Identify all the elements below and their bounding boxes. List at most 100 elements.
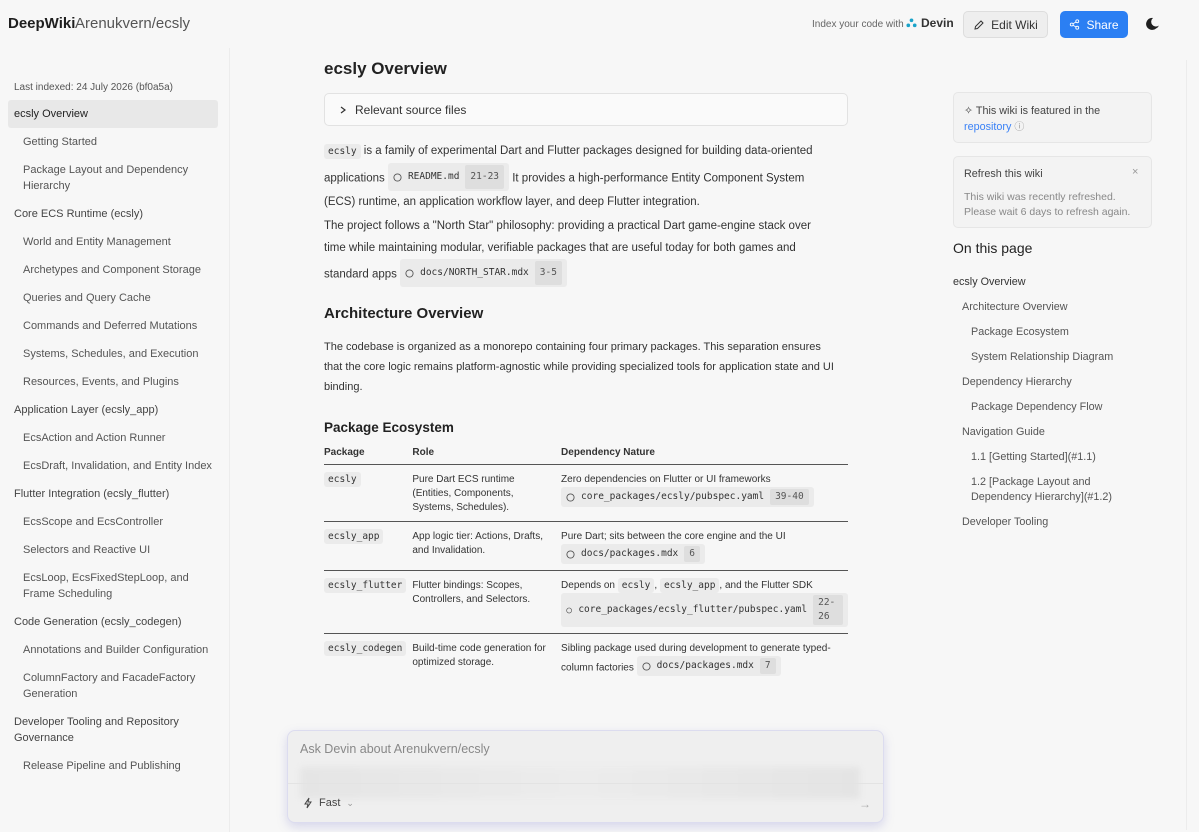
scrollbar[interactable] [1186,60,1192,830]
package-name: ecsly_codegen [324,641,407,656]
sidebar-item[interactable]: Developer Tooling and Repository Governa… [8,708,218,752]
sidebar-item[interactable]: Package Layout and Dependency Hierarchy [8,156,218,200]
sidebar-item[interactable]: Application Layer (ecsly_app) [8,396,218,424]
sidebar-item[interactable]: Getting Started [8,128,218,156]
devin-icon [906,17,917,27]
north-star-paragraph: The project follows a "North Star" philo… [324,215,834,287]
github-icon [642,661,651,671]
sidebar-nav: ecsly Overview Getting Started Package Lay… [8,100,218,780]
source-file: core_packages/ecsly_flutter/pubspec.yaml [578,604,808,615]
sidebar-item[interactable]: ecsly Overview [8,100,218,128]
source-chip[interactable]: README.md 21-23 [387,163,510,191]
github-icon [405,268,414,278]
package-role: App logic tier: Actions, Drafts, and Inv… [412,521,562,571]
toc-item[interactable]: System Relationship Diagram [953,345,1153,370]
relevant-source-files-toggle[interactable]: Relevant source files [324,93,848,126]
package-role: Build-time code generation for optimized… [412,643,546,668]
index-your-code-text: Index your code with [812,19,904,30]
ask-toolbar: Fast ⌄ → [288,783,883,823]
architecture-heading: Architecture Overview [324,305,484,322]
source-lines: 3-5 [534,261,562,285]
sidebar-item[interactable]: World and Entity Management [8,228,218,256]
repo-name[interactable]: Arenukvern/ecsly [75,15,190,32]
sidebar-item[interactable]: Selectors and Reactive UI [8,536,218,564]
moon-icon[interactable] [1145,16,1161,32]
refresh-title: Refresh this wiki [964,168,1043,180]
github-icon [393,172,402,182]
toc-item[interactable]: Architecture Overview [953,295,1153,320]
sidebar-item[interactable]: Systems, Schedules, and Execution [8,340,218,368]
mode-selector[interactable]: Fast ⌄ [303,797,354,809]
brand-logo[interactable]: DeepWiki [8,15,75,32]
mode-label: Fast [319,797,341,809]
edit-wiki-button[interactable]: Edit Wiki [963,11,1048,38]
table-row: ecsly_flutter Flutter bindings: Scopes, … [324,570,848,634]
source-chip[interactable]: core_packages/ecsly_flutter/pubspec.yaml… [561,593,848,627]
repository-link[interactable]: repository [964,121,1011,133]
sidebar-item[interactable]: Commands and Deferred Mutations [8,312,218,340]
toc-item[interactable]: 1.2 [Package Layout and Dependency Hiera… [953,470,1153,510]
source-lines: 7 [759,658,776,674]
dependency-text: Depends on [561,580,618,591]
dependency-text: Zero dependencies on Flutter or UI frame… [561,474,771,485]
github-icon [566,549,575,559]
sparkle-icon: ✧ [964,105,974,117]
dependency-text: , and the Flutter SDK [719,580,813,591]
table-of-contents: ecsly Overview Architecture Overview Packa… [953,270,1153,535]
sidebar-item[interactable]: Flutter Integration (ecsly_flutter) [8,480,218,508]
package-name: ecsly_app [324,529,384,544]
toc-item[interactable]: Dependency Hierarchy [953,370,1153,395]
sidebar-item[interactable]: EcsLoop, EcsFixedStepLoop, and Frame Sch… [8,564,218,608]
table-row: ecsly Pure Dart ECS runtime (Entities, C… [324,464,848,522]
info-icon[interactable]: ⓘ [1014,122,1024,133]
deepwiki-page: DeepWiki Arenukvern/ecsly Index your cod… [0,0,1199,832]
refresh-text: This wiki was recently refreshed. Please… [964,191,1131,218]
sidebar-item[interactable]: EcsAction and Action Runner [8,424,218,452]
sidebar-item[interactable]: Release Pipeline and Publishing [8,752,218,780]
sidebar-item[interactable]: Queries and Query Cache [8,284,218,312]
toc-item[interactable]: Developer Tooling [953,510,1153,535]
package-name: ecsly_flutter [324,578,407,593]
source-chip[interactable]: core_packages/ecsly/pubspec.yaml 39-40 [561,487,814,507]
package-dependency: Sibling package used during development … [561,634,848,683]
share-button[interactable]: Share [1060,11,1128,38]
github-icon [566,492,575,502]
sidebar-item[interactable]: Resources, Events, and Plugins [8,368,218,396]
toc-item[interactable]: ecsly Overview [953,270,1153,295]
source-file: docs/NORTH_STAR.mdx [420,267,529,278]
table-header-row: Package Role Dependency Nature [324,445,848,465]
lightning-icon [304,797,312,809]
toc-item[interactable]: Package Ecosystem [953,320,1153,345]
source-lines: 39-40 [770,489,809,505]
devin-label: Devin [921,16,954,30]
table-row: ecsly_codegen Build-time code generation… [324,634,848,683]
sidebar-item[interactable]: Code Generation (ecsly_codegen) [8,608,218,636]
source-lines: 21-23 [465,165,505,189]
paragraph-text: The project follows a "North Star" philo… [324,220,811,281]
featured-text-block: ✧ This wiki is featured in the repositor… [964,103,1144,136]
toc-item[interactable]: Navigation Guide [953,420,1153,445]
inline-code: ecsly_app [659,578,720,593]
source-file: docs/packages.mdx [581,548,679,559]
edit-wiki-label: Edit Wiki [991,17,1038,32]
close-icon[interactable]: × [1132,166,1138,178]
ask-input[interactable]: Ask Devin about Arenukvern/ecsly [300,742,490,756]
inline-code: ecsly [617,578,655,593]
github-icon [566,607,572,613]
column-header: Dependency Nature [561,445,848,465]
sidebar-item[interactable]: Annotations and Builder Configuration [8,636,218,664]
source-chip[interactable]: docs/NORTH_STAR.mdx 3-5 [400,259,567,287]
sidebar-item[interactable]: ColumnFactory and FacadeFactory Generati… [8,664,218,708]
toc-item[interactable]: 1.1 [Getting Started](#1.1) [953,445,1153,470]
left-sidebar: Last indexed: 24 July 2026 (bf0a5a) ecsl… [0,48,230,832]
devin-link[interactable]: Devin [906,16,954,30]
sidebar-item[interactable]: EcsScope and EcsController [8,508,218,536]
source-lines: 22-26 [813,595,843,625]
source-chip[interactable]: docs/packages.mdx 7 [636,656,781,676]
toc-item[interactable]: Package Dependency Flow [953,395,1153,420]
sidebar-item[interactable]: Archetypes and Component Storage [8,256,218,284]
sidebar-item[interactable]: Core ECS Runtime (ecsly) [8,200,218,228]
source-chip[interactable]: docs/packages.mdx 6 [561,544,706,564]
send-arrow-icon[interactable]: → [859,797,871,811]
sidebar-item[interactable]: EcsDraft, Invalidation, and Entity Index [8,452,218,480]
